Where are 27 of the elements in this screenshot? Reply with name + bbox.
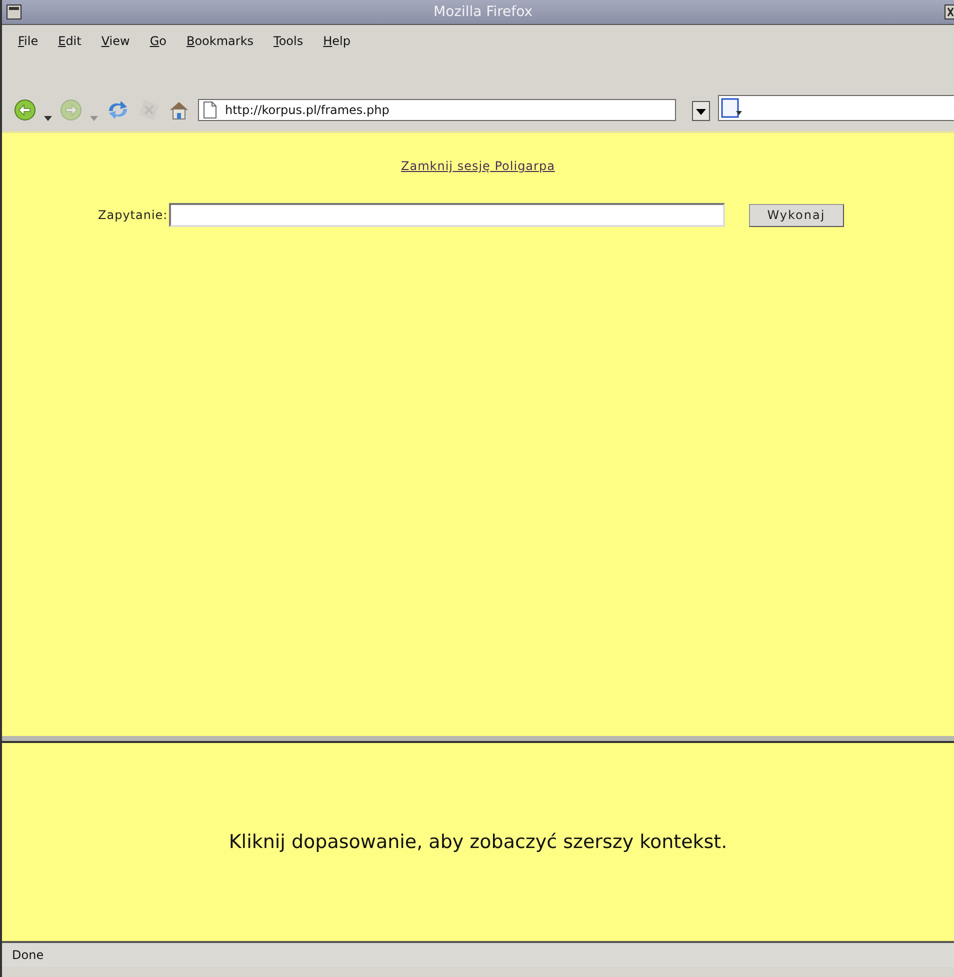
menu-item[interactable]: Tools <box>264 34 314 48</box>
query-field[interactable] <box>168 203 725 227</box>
dropdown-icon[interactable] <box>44 116 52 121</box>
close-session-link[interactable]: Zamknij sesję Poligarpa <box>401 159 555 173</box>
dropdown-icon[interactable] <box>692 101 710 121</box>
menu-item[interactable]: File <box>8 34 48 48</box>
url-text: http://korpus.pl/frames.php <box>225 103 390 117</box>
menu-item[interactable]: Help <box>313 34 360 48</box>
page-icon <box>203 101 217 119</box>
back-icon[interactable] <box>14 99 36 121</box>
submit-button[interactable]: Wykonaj <box>748 204 844 226</box>
hint-message: Kliknij dopasowanie, aby zobaczyć szerszy kontekst. <box>228 831 728 853</box>
menu-item[interactable]: View <box>91 34 140 48</box>
menu-item[interactable]: Go <box>140 34 176 48</box>
window-menu-icon[interactable] <box>6 4 22 20</box>
status-text: Done <box>12 948 44 962</box>
menu-item[interactable]: Bookmarks <box>176 34 264 48</box>
search-engine-icon[interactable] <box>721 98 743 118</box>
query-label: Zapytanie: <box>98 208 168 222</box>
frame-splitter[interactable] <box>2 736 954 743</box>
close-icon[interactable] <box>944 4 954 20</box>
reload-icon[interactable] <box>106 99 130 121</box>
window-title: Mozilla Firefox <box>432 4 534 20</box>
address-field[interactable]: http://korpus.pl/frames.php <box>198 99 676 121</box>
home-icon[interactable] <box>168 99 190 121</box>
menu-item[interactable]: Edit <box>48 34 92 48</box>
search-field[interactable] <box>718 95 954 121</box>
